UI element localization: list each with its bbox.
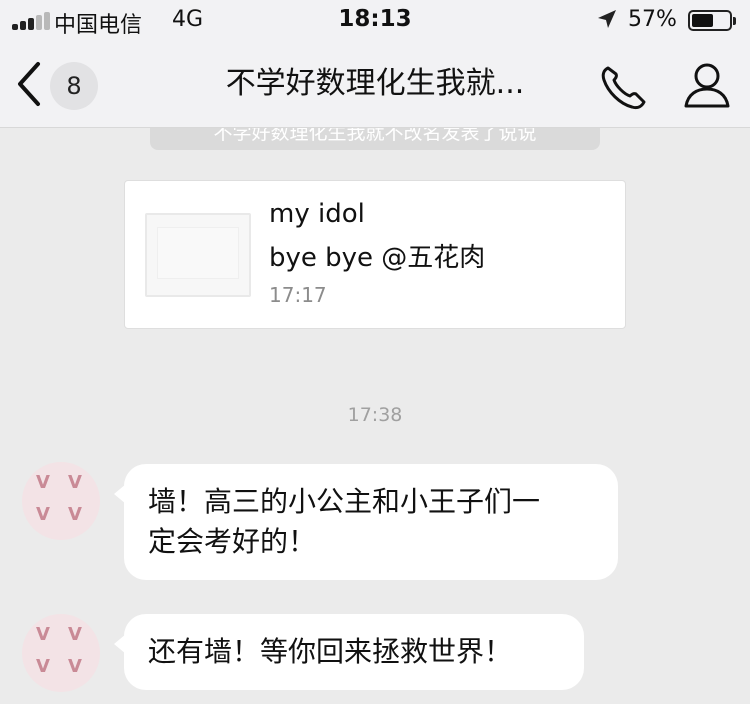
person-icon[interactable] [682, 60, 732, 110]
message-bubble[interactable]: 还有墙！等你回来拯救世界！ [114, 614, 584, 690]
message-text: 墙！高三的小公主和小王子们一 [148, 485, 541, 518]
card-title: my idol [269, 199, 365, 229]
battery-percentage: 57% [628, 7, 677, 32]
shared-link-card[interactable]: my idol bye bye @五花肉 17:17 [124, 180, 626, 329]
card-timestamp: 17:17 [269, 283, 327, 307]
message-bubble[interactable]: 墙！高三的小公主和小王子们一 定会考好的！ [114, 464, 618, 580]
unread-count-badge[interactable]: 8 [50, 62, 98, 110]
chevron-left-icon[interactable] [14, 60, 44, 108]
card-thumbnail [145, 213, 251, 297]
location-arrow-icon [598, 10, 616, 28]
battery-fill [692, 14, 713, 27]
phone-icon[interactable] [598, 62, 650, 112]
chat-title: 不学好数理化生我就... [225, 66, 525, 101]
message-text: 还有墙！等你回来拯救世界！ [148, 635, 513, 668]
battery-icon [688, 10, 736, 31]
status-bar: 中国电信 4G 18:13 57% [0, 0, 750, 40]
nav-bar: 8 不学好数理化生我就... [0, 40, 750, 128]
sender-avatar[interactable]: VV VV [22, 462, 100, 540]
sender-avatar[interactable]: VV VV [22, 614, 100, 692]
message-text: 定会考好的！ [148, 525, 317, 558]
card-description: bye bye @五花肉 [269, 243, 486, 273]
time-divider: 17:38 [347, 404, 403, 426]
